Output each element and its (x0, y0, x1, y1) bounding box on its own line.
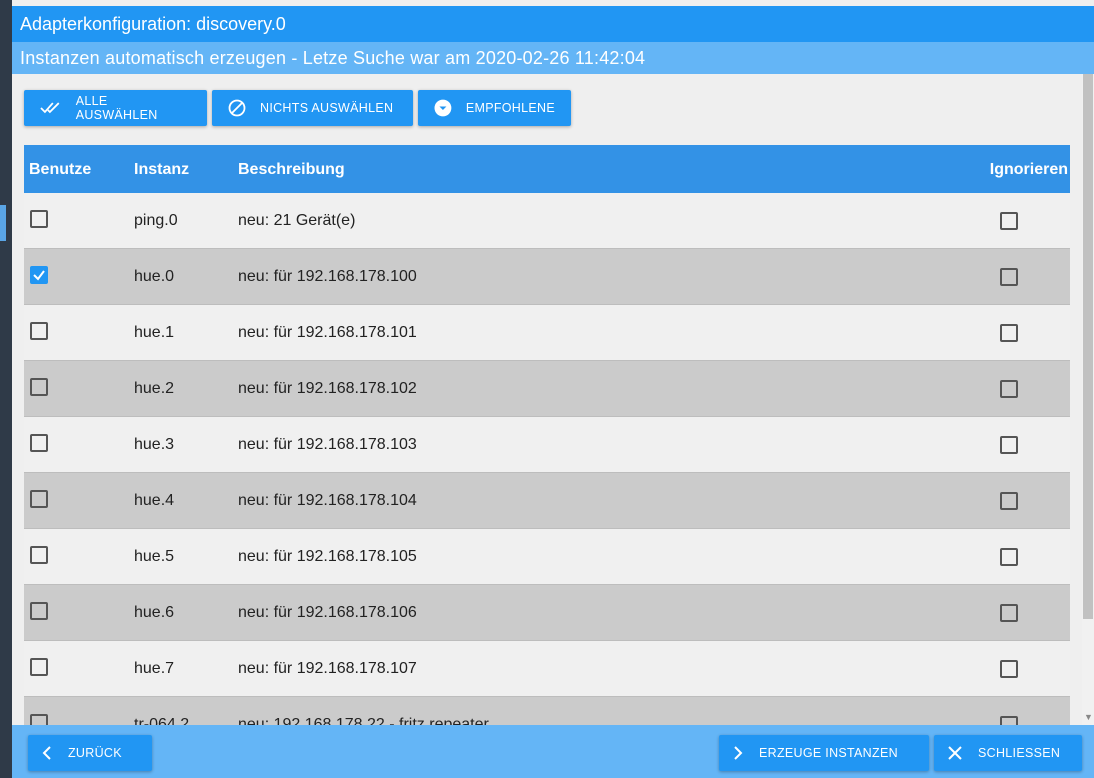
use-checkbox[interactable] (30, 434, 48, 452)
description-cell: neu: für 192.168.178.101 (238, 324, 417, 341)
scrollbar-thumb[interactable] (1083, 74, 1093, 619)
instance-cell: hue.0 (134, 268, 175, 285)
ignore-checkbox[interactable] (1000, 268, 1018, 286)
ignore-checkbox[interactable] (1000, 436, 1018, 454)
description-cell: neu: 192.168.178.22 - fritz.repeater (238, 716, 489, 725)
close-icon (948, 746, 962, 760)
table-body: ping.0 neu: 21 Gerät(e) hue.0 neu: für 192.… (24, 193, 1070, 725)
instance-cell: hue.2 (134, 380, 175, 397)
description-cell: neu: für 192.168.178.104 (238, 492, 417, 509)
table-header: Benutze Instanz Beschreibung Ignorieren (24, 145, 1070, 193)
use-checkbox[interactable] (30, 658, 48, 676)
instance-cell: hue.4 (134, 492, 175, 509)
ignore-checkbox[interactable] (1000, 716, 1018, 725)
dropdown-circle-icon (434, 99, 452, 117)
back-button[interactable]: ZURÜCK (28, 735, 152, 771)
use-checkbox[interactable] (30, 602, 48, 620)
chevron-right-icon (734, 746, 743, 760)
close-button[interactable]: SCHLIESSEN (934, 735, 1082, 771)
ignore-checkbox[interactable] (1000, 324, 1018, 342)
description-cell: neu: für 192.168.178.105 (238, 548, 417, 565)
table-row: hue.3 neu: für 192.168.178.103 (24, 417, 1070, 473)
description-cell: neu: für 192.168.178.103 (238, 436, 417, 453)
use-checkbox[interactable] (30, 266, 48, 284)
create-instances-button[interactable]: ERZEUGE INSTANZEN (719, 735, 929, 771)
table-row: tr-064.2 neu: 192.168.178.22 - fritz.repe… (24, 697, 1070, 725)
table-row: hue.0 neu: für 192.168.178.100 (24, 249, 1070, 305)
instance-cell: hue.1 (134, 324, 175, 341)
ignore-checkbox[interactable] (1000, 660, 1018, 678)
scrollbar[interactable]: ▼ (1082, 74, 1094, 725)
use-checkbox[interactable] (30, 490, 48, 508)
table-row: hue.7 neu: für 192.168.178.107 (24, 641, 1070, 697)
recommended-button[interactable]: EMPFOHLENE (418, 90, 571, 126)
instance-cell: hue.5 (134, 548, 175, 565)
use-checkbox[interactable] (30, 378, 48, 396)
header-use: Benutze (29, 161, 92, 178)
instances-table: Benutze Instanz Beschreibung Ignorieren … (24, 145, 1070, 725)
block-icon (228, 99, 246, 117)
table-row: ping.0 neu: 21 Gerät(e) (24, 193, 1070, 249)
header-instance: Instanz (134, 161, 190, 178)
select-none-button[interactable]: NICHTS AUSWÄHLEN (212, 90, 413, 126)
dialog-title: Adapterkonfiguration: discovery.0 (12, 6, 1094, 42)
description-cell: neu: für 192.168.178.107 (238, 660, 417, 677)
recommended-label: EMPFOHLENE (465, 101, 555, 115)
description-cell: neu: für 192.168.178.106 (238, 604, 417, 621)
table-row: hue.5 neu: für 192.168.178.105 (24, 529, 1070, 585)
table-row: hue.1 neu: für 192.168.178.101 (24, 305, 1070, 361)
ignore-checkbox[interactable] (1000, 492, 1018, 510)
ignore-checkbox[interactable] (1000, 380, 1018, 398)
use-checkbox[interactable] (30, 210, 48, 228)
close-label: SCHLIESSEN (978, 746, 1061, 760)
table-row: hue.6 neu: für 192.168.178.106 (24, 585, 1070, 641)
create-instances-label: ERZEUGE INSTANZEN (759, 746, 898, 760)
check-icon (33, 270, 45, 281)
instance-cell: hue.6 (134, 604, 175, 621)
instance-cell: hue.3 (134, 436, 175, 453)
ignore-checkbox[interactable] (1000, 604, 1018, 622)
background-accent (0, 205, 6, 241)
select-all-label: ALLE AUSWÄHLEN (75, 94, 158, 122)
select-none-label: NICHTS AUSWÄHLEN (260, 101, 394, 115)
table-row: hue.2 neu: für 192.168.178.102 (24, 361, 1070, 417)
dialog-footer: ZURÜCK ERZEUGE INSTANZEN SCHLIESSEN (12, 725, 1094, 778)
use-checkbox[interactable] (30, 546, 48, 564)
use-checkbox[interactable] (30, 714, 48, 725)
double-check-icon (40, 102, 60, 114)
use-checkbox[interactable] (30, 322, 48, 340)
dialog-subtitle: Instanzen automatisch erzeugen - Letze S… (12, 42, 1094, 74)
ignore-checkbox[interactable] (1000, 548, 1018, 566)
adapter-config-dialog: Adapterkonfiguration: discovery.0 Instan… (12, 0, 1094, 778)
instance-cell: hue.7 (134, 660, 175, 677)
description-cell: neu: 21 Gerät(e) (238, 212, 356, 229)
ignore-checkbox[interactable] (1000, 212, 1018, 230)
back-label: ZURÜCK (68, 746, 122, 760)
header-ignore: Ignorieren (989, 161, 1068, 178)
chevron-left-icon (42, 746, 51, 760)
description-cell: neu: für 192.168.178.102 (238, 380, 417, 397)
background-strip (0, 0, 12, 778)
header-description: Beschreibung (238, 161, 345, 178)
instance-cell: ping.0 (134, 212, 178, 229)
table-row: hue.4 neu: für 192.168.178.104 (24, 473, 1070, 529)
select-all-button[interactable]: ALLE AUSWÄHLEN (24, 90, 207, 126)
scroll-down-icon[interactable]: ▼ (1084, 712, 1093, 722)
description-cell: neu: für 192.168.178.100 (238, 268, 417, 285)
toolbar: ALLE AUSWÄHLEN NICHTS AUSWÄHLEN EMPFOHLE… (24, 90, 571, 126)
instance-cell: tr-064.2 (134, 716, 190, 725)
